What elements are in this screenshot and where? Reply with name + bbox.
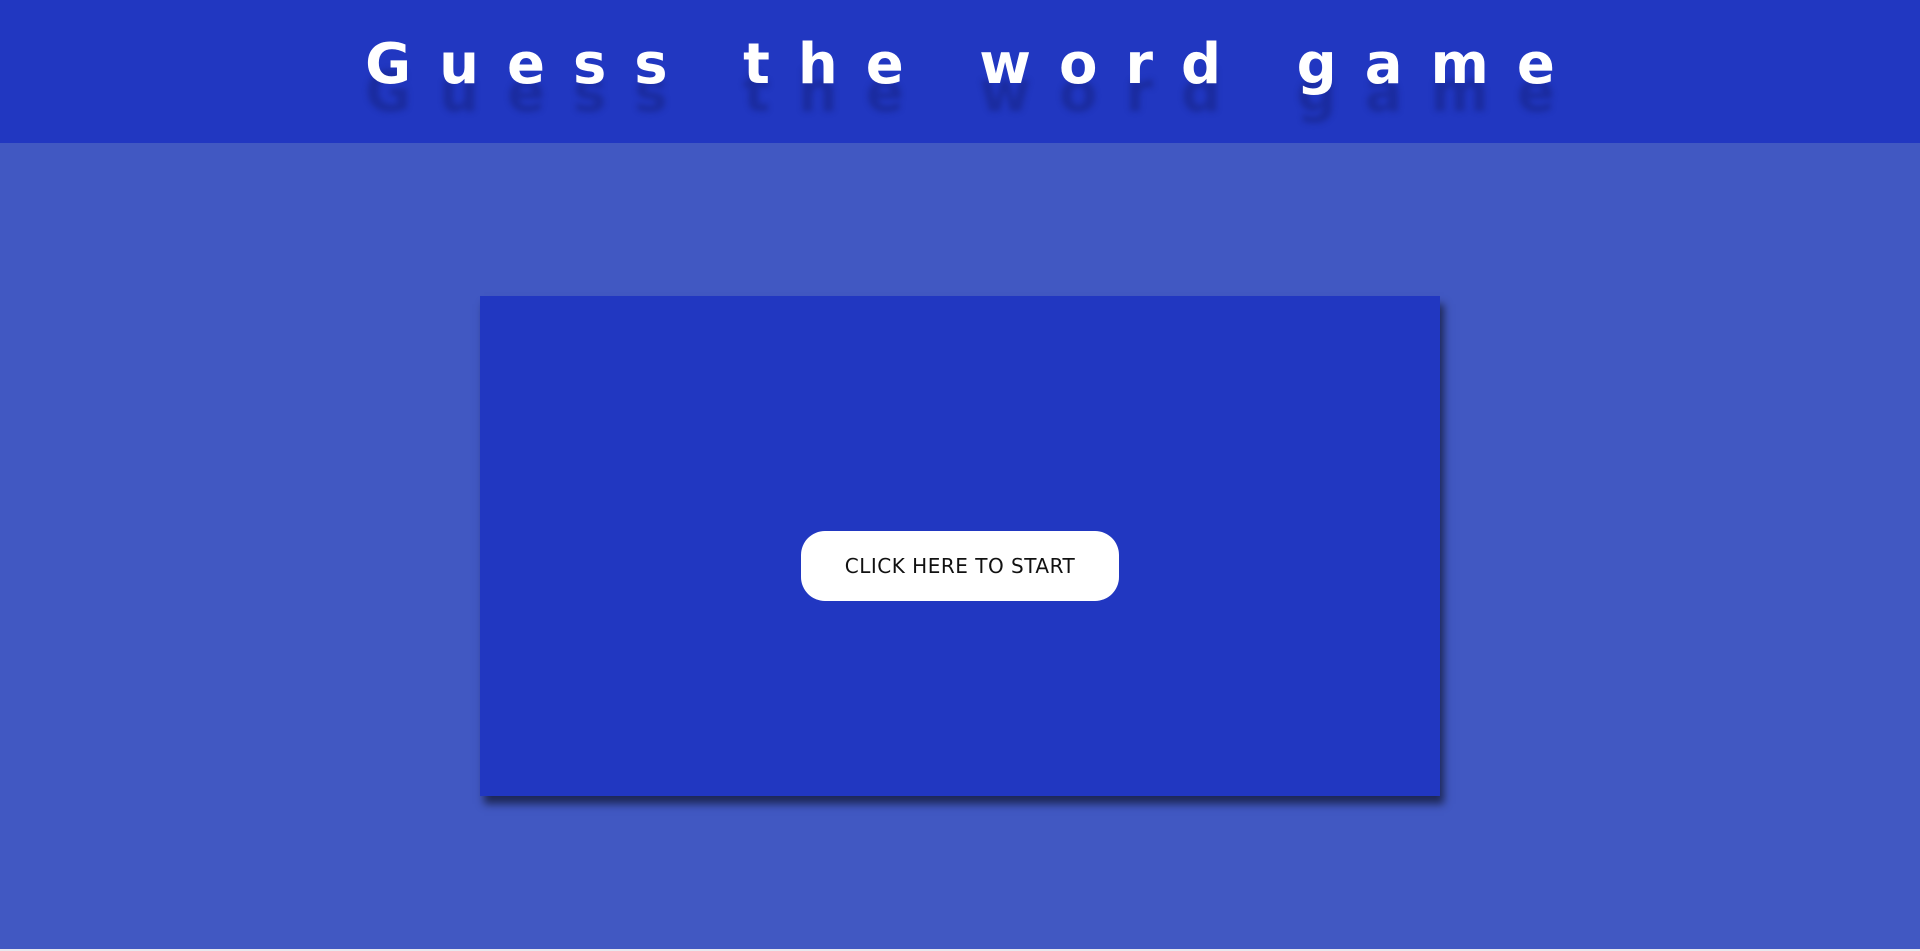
game-panel: CLICK HERE TO START bbox=[480, 296, 1440, 796]
start-game-button[interactable]: CLICK HERE TO START bbox=[801, 531, 1119, 601]
page-title: Guess the word game bbox=[365, 32, 1583, 97]
page-header: Guess the word game bbox=[0, 0, 1920, 143]
